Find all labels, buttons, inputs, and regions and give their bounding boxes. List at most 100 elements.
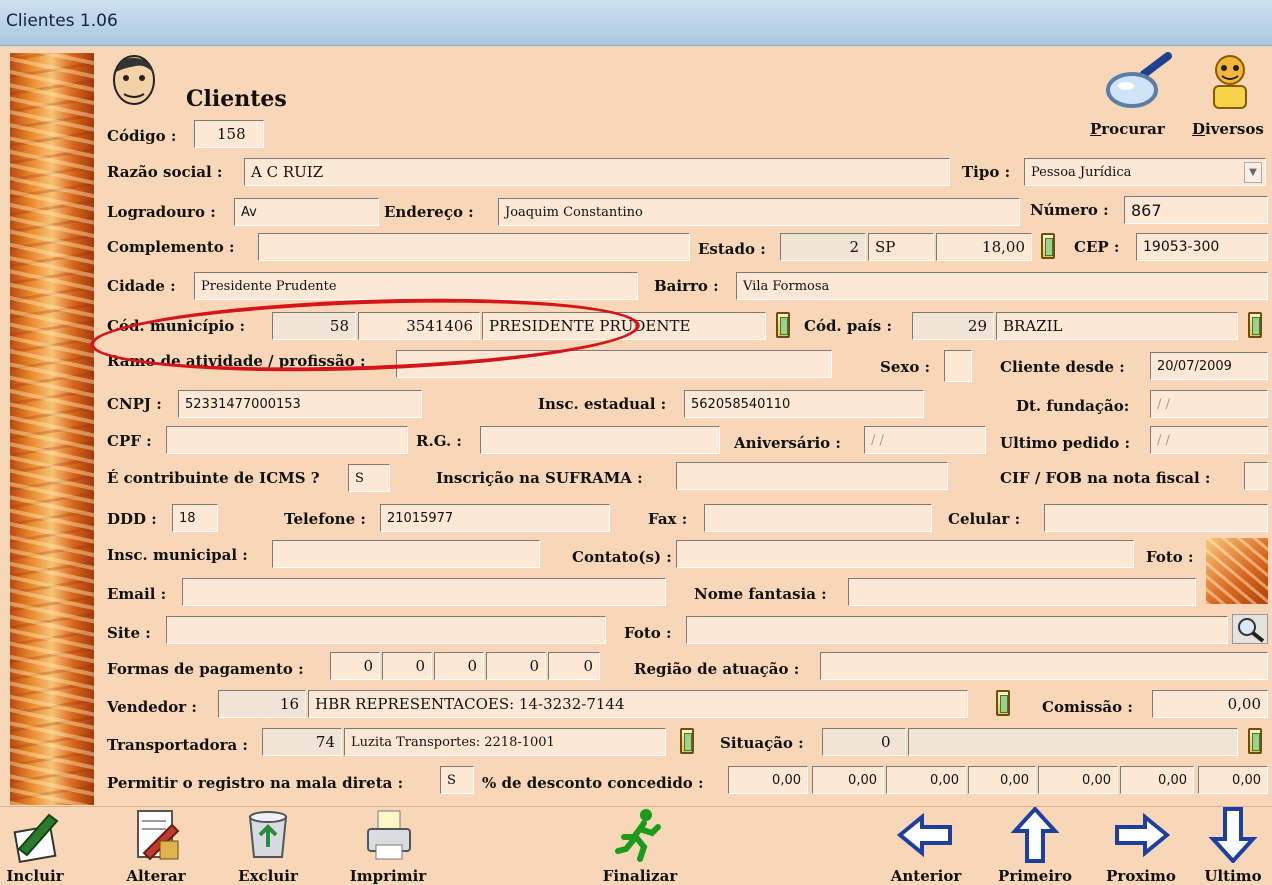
desconto-5[interactable]: 0,00 (1038, 766, 1118, 794)
ddd-field[interactable]: 18 (172, 504, 218, 532)
alterar-button[interactable]: Alterar (118, 807, 194, 885)
excluir-button[interactable]: Excluir (230, 807, 306, 885)
cep-field[interactable]: 19053-300 (1136, 233, 1268, 261)
forma-pagamento-4[interactable]: 0 (486, 652, 546, 680)
ultimo-pedido-field[interactable]: / / (1150, 426, 1268, 454)
cod-municipio-name-field[interactable]: PRESIDENTE PRUDENTE (482, 312, 766, 340)
search-icon[interactable] (1232, 614, 1268, 644)
desconto-6[interactable]: 0,00 (1120, 766, 1194, 794)
contatos-field[interactable] (676, 540, 1134, 568)
incluir-button[interactable]: Incluir (0, 807, 70, 885)
logradouro-label: Logradouro : (107, 203, 216, 221)
add-document-icon (13, 813, 59, 864)
ultimo-pedido-label: Ultimo pedido : (1000, 434, 1130, 452)
sexo-field[interactable] (944, 350, 972, 382)
dt-fundacao-label: Dt. fundação: (1016, 397, 1130, 415)
cod-pais-code-field[interactable]: 29 (912, 312, 994, 340)
mala-direta-field[interactable]: S (440, 766, 474, 794)
insc-municipal-field[interactable] (272, 540, 540, 568)
site-label: Site : (107, 624, 151, 642)
ultimo-button[interactable]: Ultimo (1198, 807, 1268, 885)
estado-lookup-icon[interactable] (1041, 233, 1055, 259)
celular-field[interactable] (1044, 504, 1268, 532)
logradouro-field[interactable]: Av (234, 198, 379, 226)
site-field[interactable] (166, 616, 606, 644)
situacao-name-field[interactable] (908, 728, 1238, 756)
rg-field[interactable] (480, 426, 720, 454)
chevron-down-icon[interactable]: ▼ (1244, 162, 1262, 183)
codigo-field[interactable]: 158 (194, 120, 264, 148)
sexo-label: Sexo : (880, 358, 931, 376)
imprimir-button[interactable]: Imprimir (340, 807, 436, 885)
transportadora-lookup-icon[interactable] (680, 728, 694, 754)
forma-pagamento-2[interactable]: 0 (382, 652, 432, 680)
aniversario-field[interactable]: / / (864, 426, 986, 454)
suframa-field[interactable] (676, 462, 948, 490)
complemento-field[interactable] (258, 233, 690, 261)
ramo-field[interactable] (396, 350, 832, 378)
insc-estadual-field[interactable]: 562058540110 (684, 390, 924, 418)
forma-pagamento-5[interactable]: 0 (548, 652, 600, 680)
situacao-code-field[interactable]: 0 (822, 728, 906, 756)
cnpj-label: CNPJ : (107, 395, 162, 413)
email-field[interactable] (182, 578, 666, 606)
comissao-label: Comissão : (1042, 698, 1133, 716)
vendedor-lookup-icon[interactable] (996, 690, 1010, 716)
primeiro-button[interactable]: Primeiro (990, 806, 1080, 885)
printer-icon (367, 810, 411, 860)
estado-uf-field[interactable]: SP (868, 233, 934, 261)
vendedor-code-field[interactable]: 16 (218, 690, 306, 718)
regiao-atuacao-label: Região de atuação : (634, 660, 800, 678)
telefone-field[interactable]: 21015977 (380, 504, 610, 532)
cod-municipio-code-field[interactable]: 58 (272, 312, 356, 340)
estado-aliquota-field[interactable]: 18,00 (936, 233, 1032, 261)
municipio-lookup-icon[interactable] (776, 312, 790, 338)
dt-fundacao-field[interactable]: / / (1150, 390, 1268, 418)
vendedor-name-field[interactable]: HBR REPRESENTACOES: 14-3232-7144 (308, 690, 968, 718)
desconto-3[interactable]: 0,00 (886, 766, 966, 794)
pais-lookup-icon[interactable] (1248, 312, 1262, 338)
nome-fantasia-field[interactable] (848, 578, 1196, 606)
diversos-person-icon[interactable] (1204, 52, 1256, 112)
procurar-button[interactable]: Procurar (1090, 120, 1165, 138)
forma-pagamento-3[interactable]: 0 (434, 652, 484, 680)
bairro-field[interactable]: Vila Formosa (736, 272, 1268, 300)
fax-field[interactable] (704, 504, 932, 532)
bottom-toolbar: Incluir Alterar Excluir Imprimir Finaliz… (0, 806, 1272, 885)
estado-code-field[interactable]: 2 (780, 233, 866, 261)
desconto-2[interactable]: 0,00 (812, 766, 884, 794)
desconto-4[interactable]: 0,00 (968, 766, 1036, 794)
forma-pagamento-1[interactable]: 0 (330, 652, 380, 680)
cnpj-field[interactable]: 52331477000153 (178, 390, 422, 418)
tipo-select[interactable]: Pessoa Jurídica ▼ (1024, 158, 1266, 186)
situacao-lookup-icon[interactable] (1248, 728, 1262, 754)
cif-fob-field[interactable] (1244, 462, 1268, 490)
cliente-desde-field[interactable]: 20/07/2009 (1150, 352, 1268, 380)
transportadora-name-field[interactable]: Luzita Transportes: 2218-1001 (344, 728, 666, 756)
numero-field[interactable]: 867 (1124, 196, 1268, 224)
cod-pais-name-field[interactable]: BRAZIL (996, 312, 1238, 340)
endereco-field[interactable]: Joaquim Constantino (498, 198, 1020, 226)
regiao-atuacao-field[interactable] (820, 652, 1268, 680)
desconto-1[interactable]: 0,00 (728, 766, 808, 794)
proximo-button[interactable]: Proximo (1098, 807, 1184, 885)
desconto-7[interactable]: 0,00 (1198, 766, 1268, 794)
contribuinte-icms-field[interactable]: S (348, 464, 390, 492)
cidade-field[interactable]: Presidente Prudente (194, 272, 638, 300)
diversos-button[interactable]: Diversos (1192, 120, 1264, 138)
photo-thumbnail[interactable] (1206, 538, 1268, 604)
situacao-label: Situação : (720, 734, 804, 752)
formas-pagamento-label: Formas de pagamento : (107, 660, 304, 678)
magnifier-icon[interactable] (1104, 52, 1172, 112)
cpf-field[interactable] (166, 426, 408, 454)
page-title: Clientes (186, 86, 287, 112)
comissao-field[interactable]: 0,00 (1152, 690, 1268, 718)
cod-municipio-ibge-field[interactable]: 3541406 (358, 312, 480, 340)
bairro-label: Bairro : (654, 277, 719, 295)
mala-direta-label: Permitir o registro na mala direta : (107, 774, 404, 792)
razao-social-field[interactable]: A C RUIZ (244, 158, 950, 186)
foto-path-field[interactable] (686, 616, 1228, 644)
finalizar-button[interactable]: Finalizar (592, 807, 688, 885)
anterior-button[interactable]: Anterior (880, 807, 972, 885)
transportadora-code-field[interactable]: 74 (262, 728, 342, 756)
